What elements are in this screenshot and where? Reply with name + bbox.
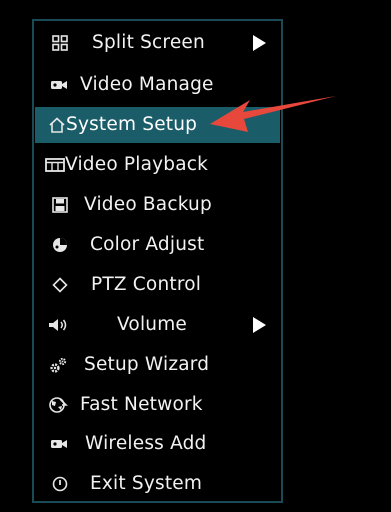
grid-icon xyxy=(48,24,72,62)
menu-item-exit-system[interactable]: Exit System xyxy=(34,465,281,503)
context-menu: Split Screen Video Manage System Setup V… xyxy=(32,19,283,503)
menu-item-volume[interactable]: Volume xyxy=(34,306,281,344)
film-icon xyxy=(43,146,67,184)
menu-item-label: Exit System xyxy=(90,473,203,494)
menu-item-label: Color Adjust xyxy=(90,234,205,255)
menu-item-video-playback[interactable]: Video Playback xyxy=(34,146,281,184)
menu-item-video-backup[interactable]: Video Backup xyxy=(34,186,281,224)
menu-item-setup-wizard[interactable]: Setup Wizard xyxy=(34,346,281,384)
speaker-icon xyxy=(46,306,70,344)
palette-icon xyxy=(48,226,72,264)
menu-item-label: Setup Wizard xyxy=(84,354,210,375)
submenu-arrow-icon xyxy=(253,35,266,51)
floppy-disk-icon xyxy=(48,186,72,224)
menu-item-label: Video Manage xyxy=(80,74,214,95)
menu-item-fast-network[interactable]: Fast Network xyxy=(34,386,281,424)
gears-icon xyxy=(47,346,71,384)
menu-item-label: PTZ Control xyxy=(91,274,202,295)
menu-item-wireless-add[interactable]: Wireless Add xyxy=(34,425,281,463)
screen: Split Screen Video Manage System Setup V… xyxy=(0,0,391,512)
menu-item-label: Volume xyxy=(117,314,188,335)
menu-item-label: Wireless Add xyxy=(85,433,207,454)
menu-item-label: Split Screen xyxy=(92,32,205,53)
menu-item-label: System Setup xyxy=(66,114,198,135)
power-icon xyxy=(48,465,72,503)
globe-icon xyxy=(46,386,70,424)
camera-icon xyxy=(47,66,71,104)
menu-item-split-screen[interactable]: Split Screen xyxy=(34,24,281,62)
diamond-icon xyxy=(48,266,72,304)
menu-item-label: Fast Network xyxy=(80,394,203,415)
menu-item-system-setup[interactable]: System Setup xyxy=(35,107,280,143)
menu-item-color-adjust[interactable]: Color Adjust xyxy=(34,226,281,264)
menu-item-video-manage[interactable]: Video Manage xyxy=(34,66,281,104)
submenu-arrow-icon xyxy=(253,317,266,333)
menu-item-label: Video Backup xyxy=(84,194,212,215)
menu-item-ptz-control[interactable]: PTZ Control xyxy=(34,266,281,304)
menu-item-label: Video Playback xyxy=(65,154,209,175)
camera-icon xyxy=(47,425,71,463)
